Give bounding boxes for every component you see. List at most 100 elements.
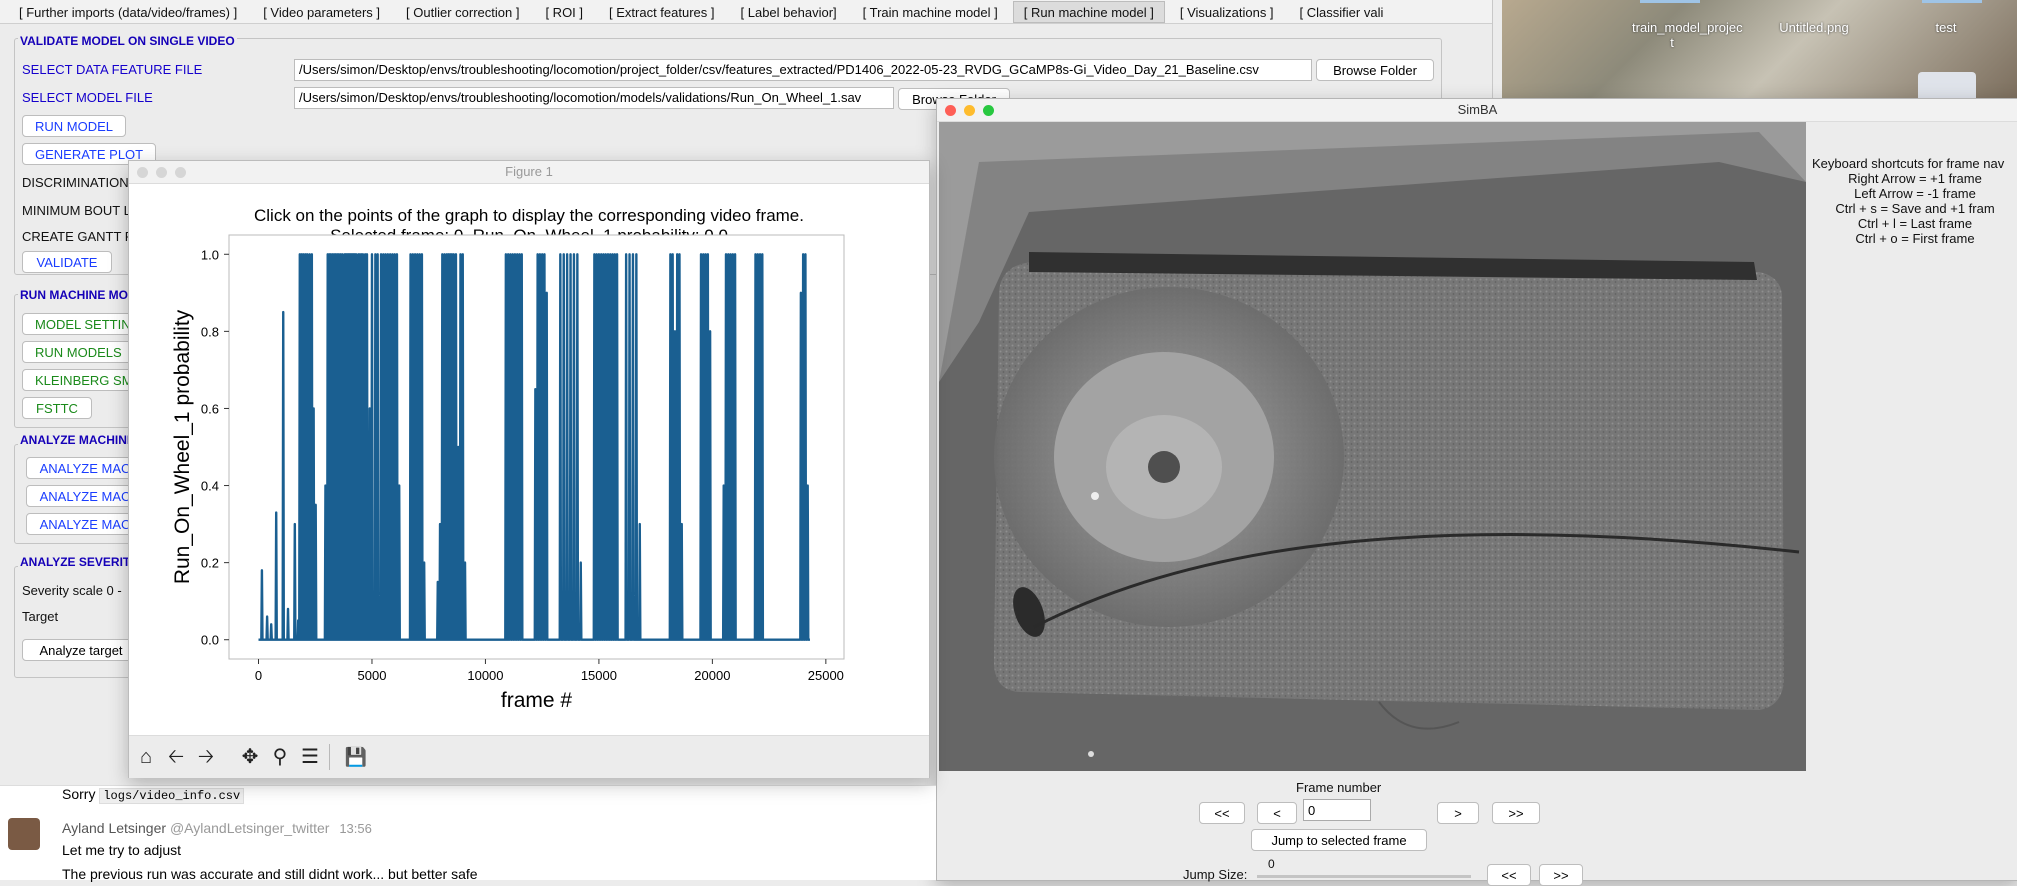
chat-handle[interactable]: @AylandLetsinger_twitter — [170, 820, 329, 836]
x-tick-label: 10000 — [467, 668, 503, 683]
tab-further-imports[interactable]: [ Further imports (data/video/frames) ] — [8, 1, 248, 23]
tab-classifier-validation[interactable]: [ Classifier vali — [1289, 1, 1395, 23]
video-window-titlebar: SimBA — [937, 99, 2017, 122]
x-tick-label: 25000 — [808, 668, 844, 683]
feature-file-label: SELECT DATA FEATURE FILE — [22, 62, 203, 77]
shortcut-right-arrow: Right Arrow = +1 frame — [1848, 171, 1982, 186]
feature-file-path[interactable]: /Users/simon/Desktop/envs/troubleshootin… — [294, 59, 1312, 81]
chat-username[interactable]: Ayland Letsinger — [62, 820, 166, 836]
browse-folder-button[interactable]: Browse Folder — [1316, 59, 1434, 81]
desktop-icon-label-1[interactable]: train_model_projec t — [1632, 20, 1743, 50]
analyze-machine-button-3[interactable]: ANALYZE MAC — [26, 513, 144, 535]
figure-window-title: Figure 1 — [505, 164, 553, 179]
shortcut-last-frame: Ctrl + l = Last frame — [1857, 216, 1973, 231]
desktop-background: train_model_projec t Untitled.png test — [1502, 0, 2017, 105]
video-frame — [939, 122, 1806, 771]
chat-code-snippet: logs/video_info.csv — [99, 788, 245, 804]
pan-icon[interactable]: ✥ — [237, 744, 263, 770]
probability-chart[interactable]: 0 5000 10000 15000 20000 25000 0.00.20.40.60.… — [129, 183, 929, 733]
analyze-section-title: ANALYZE MACHINE — [18, 433, 137, 447]
tab-bar: [ Further imports (data/video/frames) ] … — [0, 0, 1492, 24]
severity-target-label: Target — [22, 609, 59, 624]
fsttc-button[interactable]: FSTTC — [22, 397, 92, 419]
figure-titlebar: Figure 1 — [129, 161, 929, 184]
back-arrow-icon[interactable]: 🡠 — [163, 744, 189, 770]
folder-icon[interactable] — [1640, 0, 1700, 3]
figure-toolbar: ⌂ 🡠 🡢 ✥ ⚲ ☰ 💾 — [129, 735, 929, 778]
chat-line-1-text: Sorry — [62, 786, 96, 802]
jump-size-label: Jump Size: — [1183, 867, 1248, 882]
tab-video-parameters[interactable]: [ Video parameters ] — [252, 1, 391, 23]
shortcuts-title: Keyboard shortcuts for frame nav — [1812, 156, 2005, 171]
shortcut-left-arrow: Left Arrow = -1 frame — [1854, 186, 1976, 201]
prev-frame-button[interactable]: < — [1257, 802, 1297, 824]
tab-run-machine-model[interactable]: [ Run machine model ] — [1012, 1, 1165, 23]
create-gantt-label: CREATE GANTT P — [22, 229, 134, 244]
video-window-title: SimBA — [1457, 102, 1498, 117]
jump-forward-button[interactable]: >> — [1539, 864, 1583, 886]
configure-icon[interactable]: ☰ — [297, 744, 323, 770]
home-icon[interactable]: ⌂ — [133, 744, 159, 770]
forward-arrow-icon[interactable]: 🡢 — [193, 744, 219, 770]
chat-message-text-2: The previous run was accurate and still … — [62, 866, 478, 882]
run-model-button[interactable]: RUN MODEL — [22, 115, 126, 137]
severity-scale-label: Severity scale 0 - — [22, 583, 122, 598]
shortcuts-panel: Keyboard shortcuts for frame nav Right A… — [1812, 156, 2017, 246]
y-tick-label: 0.0 — [201, 633, 219, 648]
analyze-machine-button-1[interactable]: ANALYZE MAC — [26, 457, 144, 479]
y-tick-label: 0.6 — [201, 401, 219, 416]
model-settings-button[interactable]: MODEL SETTIN — [22, 313, 140, 335]
analyze-target-button[interactable]: Analyze target — [22, 639, 140, 661]
jump-size-slider[interactable] — [1257, 875, 1471, 878]
frame-number-label: Frame number — [1296, 780, 1382, 795]
tab-roi[interactable]: [ ROI ] — [534, 1, 594, 23]
jump-back-button[interactable]: << — [1487, 864, 1531, 886]
jump-size-value: 0 — [1268, 857, 1275, 871]
chat-message-header: Ayland Letsinger @AylandLetsinger_twitte… — [62, 820, 372, 836]
x-tick-label: 15000 — [581, 668, 617, 683]
run-section-title: RUN MACHINE MOD — [18, 288, 139, 302]
min-bout-label: MINIMUM BOUT L — [22, 203, 131, 218]
desktop-icon-label-2[interactable]: Untitled.png — [1764, 20, 1864, 35]
zoom-icon[interactable]: ⚲ — [267, 744, 293, 770]
tab-extract-features[interactable]: [ Extract features ] — [598, 1, 726, 23]
kleinberg-smoothing-button[interactable]: KLEINBERG SM — [22, 369, 140, 391]
next-frame-button[interactable]: > — [1437, 802, 1479, 824]
tab-label-behavior[interactable]: [ Label behavior] — [730, 1, 848, 23]
last-frame-button[interactable]: >> — [1492, 802, 1540, 824]
jump-to-frame-button[interactable]: Jump to selected frame — [1251, 829, 1427, 851]
severity-section-title: ANALYZE SEVERITY — [18, 555, 141, 569]
model-file-path[interactable]: /Users/simon/Desktop/envs/troubleshootin… — [294, 87, 894, 109]
x-axis-label: frame # — [501, 689, 573, 712]
x-tick-label: 0 — [255, 668, 262, 683]
validate-button[interactable]: VALIDATE — [22, 251, 112, 273]
x-tick-label: 20000 — [694, 668, 730, 683]
chat-message-text: Let me try to adjust — [62, 842, 182, 858]
y-tick-label: 0.8 — [201, 324, 219, 339]
frame-number-input[interactable] — [1303, 799, 1371, 821]
x-axis: 0 5000 10000 15000 20000 25000 — [255, 659, 844, 683]
x-tick-label: 5000 — [358, 668, 387, 683]
first-frame-button[interactable]: << — [1199, 802, 1245, 824]
tab-visualizations[interactable]: [ Visualizations ] — [1169, 1, 1285, 23]
desktop-icon-label-3[interactable]: test — [1906, 20, 1986, 35]
chat-line-1: Sorry logs/video_info.csv — [62, 786, 245, 804]
shortcut-save: Ctrl + s = Save and +1 fram — [1835, 201, 1995, 216]
validate-section-title: VALIDATE MODEL ON SINGLE VIDEO — [18, 34, 237, 48]
chat-panel: Sorry logs/video_info.csv Ayland Letsing… — [0, 785, 936, 882]
avatar[interactable] — [8, 818, 40, 850]
figure-window: Figure 1 Click on the points of the grap… — [128, 160, 930, 778]
y-tick-label: 0.4 — [201, 479, 219, 494]
model-file-label: SELECT MODEL FILE — [22, 90, 153, 105]
y-tick-label: 1.0 — [201, 247, 219, 262]
y-axis-label: Run_On_Wheel_1 probability — [171, 309, 194, 584]
toolbar-divider — [329, 744, 330, 770]
analyze-machine-button-2[interactable]: ANALYZE MAC — [26, 485, 144, 507]
tab-train-machine-model[interactable]: [ Train machine model ] — [852, 1, 1009, 23]
run-models-button[interactable]: RUN MODELS — [22, 341, 134, 363]
tab-outlier-correction[interactable]: [ Outlier correction ] — [395, 1, 530, 23]
file-icon[interactable] — [1922, 0, 1982, 3]
save-icon[interactable]: 💾 — [343, 744, 369, 770]
discrimination-label: DISCRIMINATION — [22, 175, 129, 190]
shortcut-first-frame: Ctrl + o = First frame — [1855, 231, 1975, 246]
